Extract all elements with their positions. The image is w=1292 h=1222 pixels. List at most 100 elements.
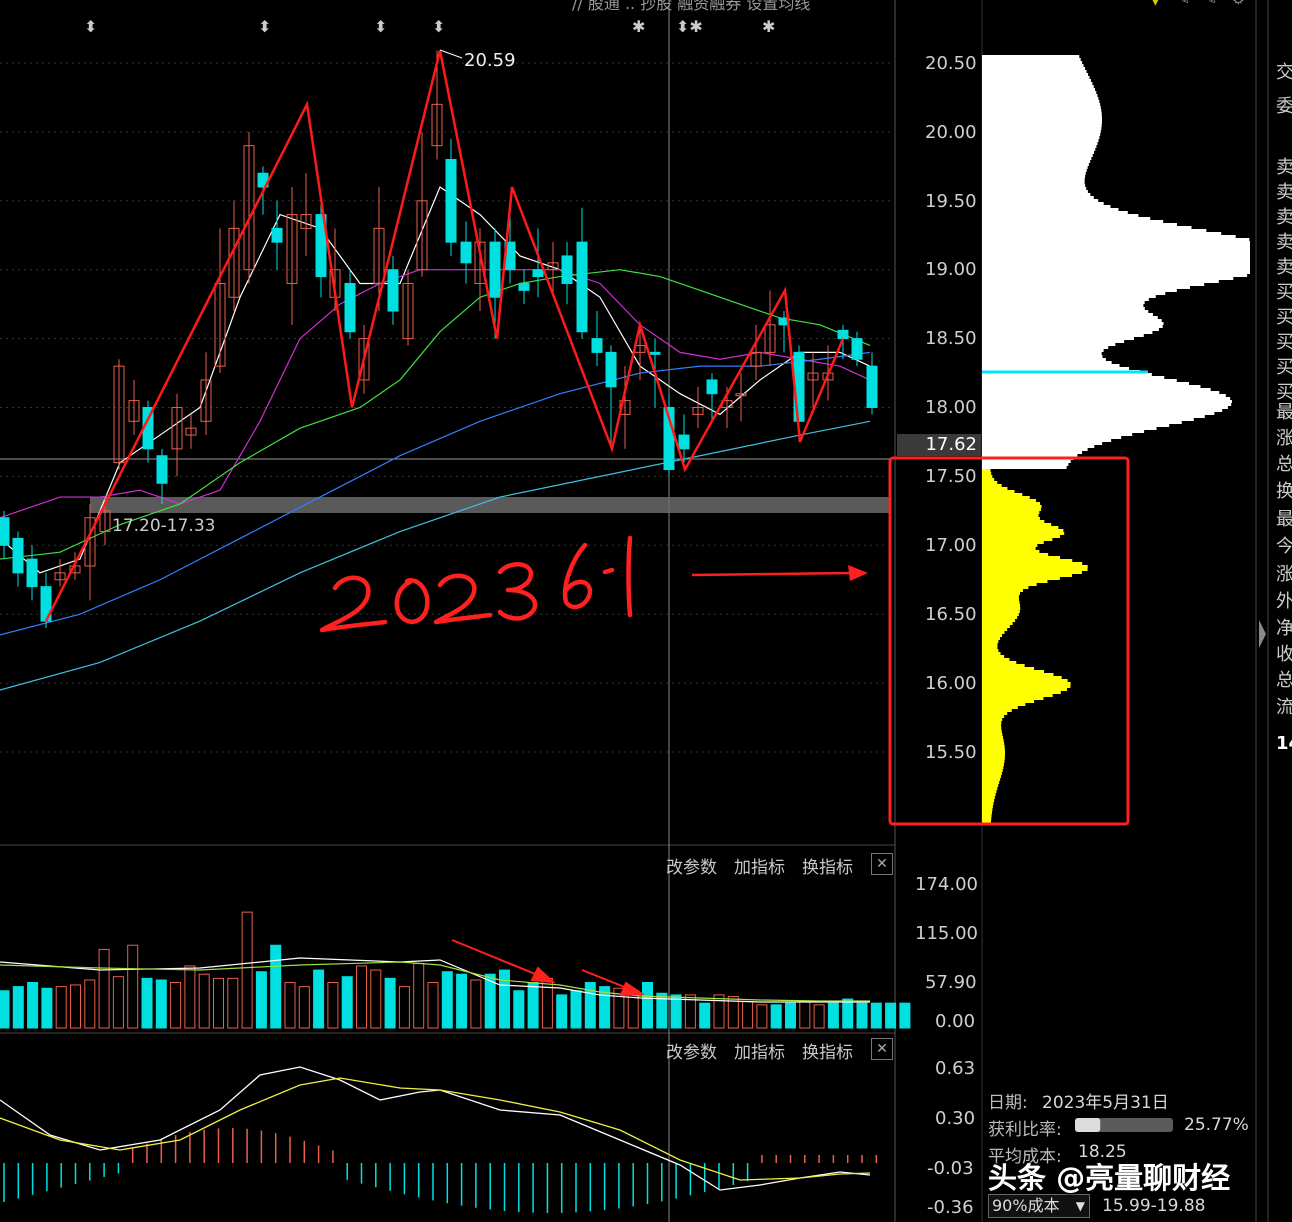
- chip-bar: [982, 787, 998, 790]
- chip-bar: [982, 346, 1109, 349]
- event-marker[interactable]: ⬍: [374, 17, 387, 36]
- chip-bar: [982, 61, 1083, 64]
- event-marker[interactable]: ✱: [762, 17, 775, 36]
- candle-body: [678, 434, 690, 450]
- chip-bar: [982, 730, 1002, 733]
- chip-bar: [982, 460, 1071, 463]
- add-indicator-button[interactable]: 加指标: [734, 1038, 785, 1063]
- chip-bar: [982, 520, 1045, 523]
- chip-bar: [982, 244, 1250, 247]
- price-tick: 20.00: [925, 122, 977, 143]
- settings-icon[interactable]: ⚙: [1232, 0, 1245, 8]
- chip-bar: [982, 676, 1062, 679]
- cost-percent-select[interactable]: 90%成本 ▼: [988, 1194, 1090, 1218]
- volume-bar: [627, 990, 639, 1029]
- chip-bar: [982, 586, 1029, 589]
- chip-bar: [982, 130, 1101, 133]
- event-marker[interactable]: ⬍✱: [676, 17, 703, 36]
- volume-bar: [813, 1004, 825, 1029]
- chip-bar: [982, 217, 1151, 220]
- close-panel-button[interactable]: ✕: [871, 1038, 893, 1060]
- volume-bar: [770, 1004, 782, 1029]
- volume-tick: 174.00: [915, 874, 978, 895]
- chip-bar: [982, 559, 1073, 562]
- top-menu[interactable]: // 股通 .. 抄股 融资融券 设置均线: [572, 0, 810, 14]
- volume-bar: [870, 1002, 882, 1029]
- chip-bar: [982, 469, 991, 472]
- side-panel-label: 卖: [1276, 182, 1292, 203]
- macd-histogram: [3, 1128, 878, 1213]
- chip-bar: [982, 502, 1041, 505]
- chip-bar: [982, 253, 1250, 256]
- side-bottom-number: 14: [1276, 733, 1292, 754]
- side-panel-label: 总: [1276, 454, 1292, 475]
- side-panel-label: 收: [1276, 644, 1292, 665]
- volume-bar: [899, 1002, 911, 1029]
- pen-icon[interactable]: ✎: [1205, 0, 1217, 8]
- event-marker[interactable]: ⬍: [258, 17, 271, 36]
- stock-chart-canvas: [0, 0, 1269, 1222]
- chip-bar: [982, 415, 1205, 418]
- chip-bar: [982, 157, 1092, 160]
- chip-bar: [982, 646, 998, 649]
- macd-tick: -0.03: [927, 1158, 974, 1179]
- chip-bar: [982, 160, 1091, 163]
- price-tick: 19.00: [925, 259, 977, 280]
- draw-icon[interactable]: ✎: [1178, 0, 1190, 8]
- chip-bar: [982, 478, 995, 481]
- chip-bar: [982, 79, 1091, 82]
- chip-bar: [982, 679, 1068, 682]
- change-params-button[interactable]: 改参数: [666, 1038, 717, 1063]
- high-pointer: [439, 49, 463, 59]
- chip-bar: [982, 148, 1096, 151]
- chip-bar: [982, 223, 1178, 226]
- chip-bar: [982, 451, 1083, 454]
- chip-bar: [982, 634, 1003, 637]
- chip-bar: [982, 313, 1153, 316]
- macd-lines: [0, 1066, 871, 1191]
- chip-bar: [982, 523, 1052, 526]
- chip-bar: [982, 322, 1164, 325]
- chip-bar: [982, 358, 1106, 361]
- chip-bar: [982, 655, 1005, 658]
- event-marker[interactable]: ✱: [632, 17, 645, 36]
- ma60-line: [0, 351, 871, 636]
- side-panel-label: 换: [1276, 481, 1292, 502]
- chip-bar: [982, 211, 1128, 214]
- chip-bar: [982, 394, 1226, 397]
- close-panel-button[interactable]: ✕: [871, 853, 893, 875]
- price-tick: 17.50: [925, 466, 977, 487]
- volume-bar: [441, 971, 453, 1029]
- candle-body: [532, 269, 544, 278]
- chip-bar: [982, 439, 1112, 442]
- switch-indicator-button[interactable]: 换指标: [802, 853, 853, 878]
- chip-bar: [982, 775, 1002, 778]
- change-params-button[interactable]: 改参数: [666, 853, 717, 878]
- chip-bar: [982, 412, 1215, 415]
- chip-bar: [982, 691, 1061, 694]
- event-marker[interactable]: ⬍: [84, 17, 97, 36]
- event-marker[interactable]: ⬍: [432, 17, 445, 36]
- switch-indicator-button[interactable]: 换指标: [802, 1038, 853, 1063]
- chip-bar: [982, 664, 1025, 667]
- chip-bar: [982, 94, 1098, 97]
- chip-bar: [982, 796, 995, 799]
- side-panel-label: 买: [1276, 307, 1292, 328]
- add-indicator-button[interactable]: 加指标: [734, 853, 785, 878]
- chip-bar: [982, 670, 1044, 673]
- chip-bar: [982, 595, 1019, 598]
- chip-bar: [982, 382, 1190, 385]
- chip-bar: [982, 640, 999, 643]
- side-panel-label: 净: [1276, 618, 1292, 639]
- chip-bar: [982, 598, 1019, 601]
- chip-bar: [982, 526, 1059, 529]
- chip-bar: [982, 790, 997, 793]
- candle-body: [591, 338, 603, 353]
- side-panel-label: 买: [1276, 282, 1292, 303]
- toolbar-icon[interactable]: ▼: [1150, 0, 1161, 8]
- volume-bar: [370, 969, 382, 1029]
- volume-bar: [170, 981, 182, 1029]
- chip-bar: [982, 295, 1156, 298]
- volume-bar: [842, 998, 854, 1029]
- chip-bar: [982, 631, 1005, 634]
